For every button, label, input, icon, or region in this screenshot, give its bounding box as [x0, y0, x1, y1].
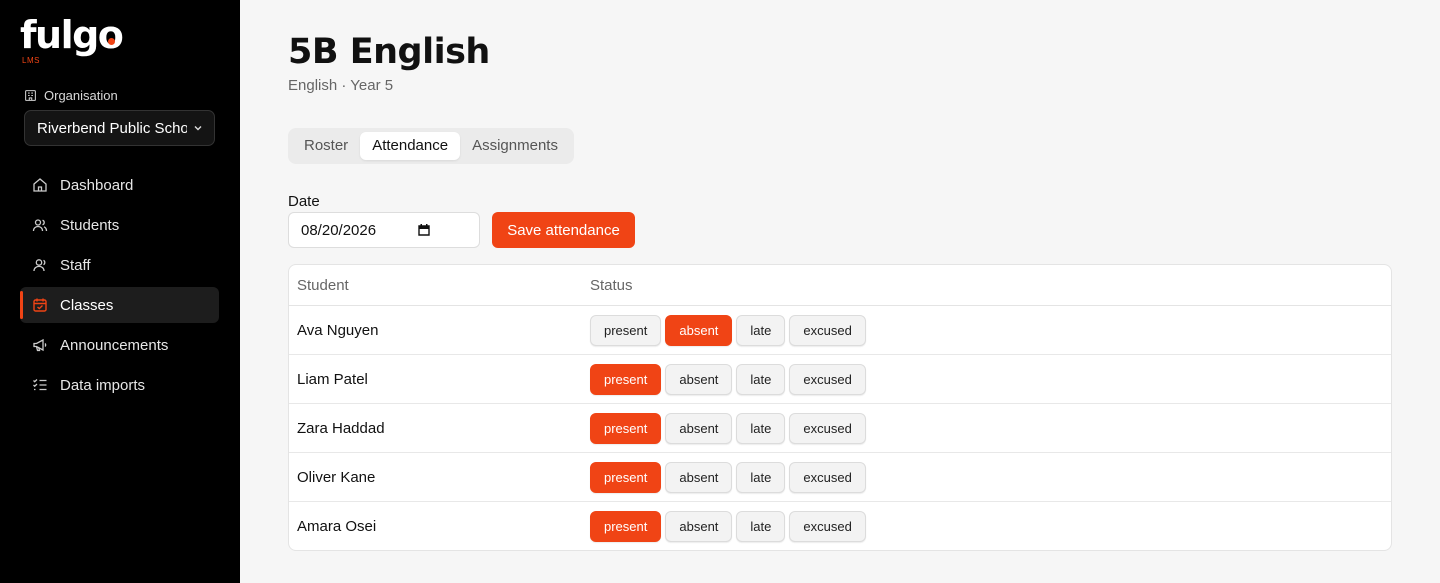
status-late-button[interactable]: late	[736, 511, 786, 542]
table-row: Zara Haddad present absent late excused	[289, 404, 1391, 453]
attendance-table: Student Status Ava Nguyen present absent la…	[288, 264, 1392, 551]
sidebar-item-label: Students	[60, 216, 120, 234]
status-options: present absent late excused	[590, 315, 866, 346]
status-late-button[interactable]: late	[736, 413, 786, 444]
status-absent-button[interactable]: absent	[665, 315, 733, 346]
status-excused-button[interactable]: excused	[789, 462, 866, 493]
sidebar-item-data-imports[interactable]: Data imports	[20, 367, 219, 403]
table-row: Oliver Kane present absent late excused	[289, 453, 1391, 502]
status-absent-button[interactable]: absent	[665, 364, 733, 395]
brand-wordmark: fulgo	[20, 13, 124, 57]
table-row: Ava Nguyen present absent late excused	[289, 306, 1391, 355]
status-present-button[interactable]: present	[590, 364, 662, 395]
status-absent-button[interactable]: absent	[665, 511, 733, 542]
status-options: present absent late excused	[590, 413, 866, 444]
sidebar-item-announcements[interactable]: Announcements	[20, 327, 219, 363]
date-label: Date	[288, 193, 320, 210]
status-options: present absent late excused	[590, 364, 866, 395]
student-name: Zara Haddad	[297, 420, 385, 437]
class-tabs: Roster Attendance Assignments	[288, 128, 574, 164]
sidebar-item-label: Staff	[60, 256, 91, 274]
tab-roster[interactable]: Roster	[292, 132, 360, 160]
sidebar-item-dashboard[interactable]: Dashboard	[20, 167, 219, 203]
calendar-picker-icon[interactable]	[417, 223, 431, 237]
sidebar-item-staff[interactable]: Staff	[20, 247, 219, 283]
student-name: Oliver Kane	[297, 469, 376, 486]
status-late-button[interactable]: late	[736, 315, 786, 346]
column-header-student: Student	[297, 276, 349, 294]
status-excused-button[interactable]: excused	[789, 315, 866, 346]
status-absent-button[interactable]: absent	[665, 413, 733, 444]
table-body: Ava Nguyen present absent late excused Liam P…	[289, 306, 1391, 550]
table-header: Student Status	[289, 265, 1391, 306]
status-late-button[interactable]: late	[736, 364, 786, 395]
status-options: present absent late excused	[590, 511, 866, 542]
users-icon	[32, 219, 48, 232]
sidebar: fulgo LMS Organisation Riverbend Public …	[0, 0, 240, 583]
sidebar-item-classes[interactable]: Classes	[20, 287, 219, 323]
status-present-button[interactable]: present	[590, 462, 662, 493]
status-late-button[interactable]: late	[736, 462, 786, 493]
status-excused-button[interactable]: excused	[789, 364, 866, 395]
status-present-button[interactable]: present	[590, 315, 662, 346]
status-present-button[interactable]: present	[590, 511, 662, 542]
building-icon	[25, 90, 36, 101]
sidebar-item-students[interactable]: Students	[20, 207, 219, 243]
status-excused-button[interactable]: excused	[789, 413, 866, 444]
table-row: Amara Osei present absent late excused	[289, 502, 1391, 550]
sidebar-item-label: Classes	[60, 296, 114, 314]
student-name: Amara Osei	[297, 518, 377, 535]
megaphone-icon	[33, 338, 47, 352]
page-title: 5B English	[288, 32, 490, 72]
page-subtitle: English · Year 5	[288, 77, 394, 94]
organisation-select[interactable]: Riverbend Public School	[24, 110, 215, 146]
organisation-label: Organisation	[24, 88, 118, 103]
save-attendance-button[interactable]: Save attendance	[492, 212, 635, 248]
table-row: Liam Patel present absent late excused	[289, 355, 1391, 404]
sidebar-item-label: Data imports	[60, 376, 146, 394]
tab-assignments[interactable]: Assignments	[460, 132, 570, 160]
sidebar-item-label: Dashboard	[60, 176, 134, 194]
date-input[interactable]: 08/20/2026	[288, 212, 480, 248]
student-name: Ava Nguyen	[297, 322, 379, 339]
brand-sub: LMS	[22, 56, 40, 65]
organisation-label-text: Organisation	[44, 88, 118, 103]
sidebar-nav: Dashboard Students Staff Classes Announc…	[20, 167, 219, 407]
organisation-select-value: Riverbend Public School	[37, 119, 187, 137]
tab-attendance[interactable]: Attendance	[360, 132, 461, 160]
status-options: present absent late excused	[590, 462, 866, 493]
brand-logo[interactable]: fulgo LMS	[20, 16, 130, 68]
brand-dot	[108, 38, 115, 45]
chevron-down-icon	[194, 126, 202, 131]
student-name: Liam Patel	[297, 371, 368, 388]
column-header-status: Status	[590, 276, 633, 294]
status-present-button[interactable]: present	[590, 413, 662, 444]
list-check-icon	[33, 379, 47, 391]
status-absent-button[interactable]: absent	[665, 462, 733, 493]
status-excused-button[interactable]: excused	[789, 511, 866, 542]
calendar-icon	[33, 298, 47, 312]
sidebar-item-label: Announcements	[60, 336, 169, 354]
user-icon	[33, 259, 46, 272]
home-icon	[33, 178, 47, 192]
date-input-value: 08/20/2026	[301, 221, 377, 239]
